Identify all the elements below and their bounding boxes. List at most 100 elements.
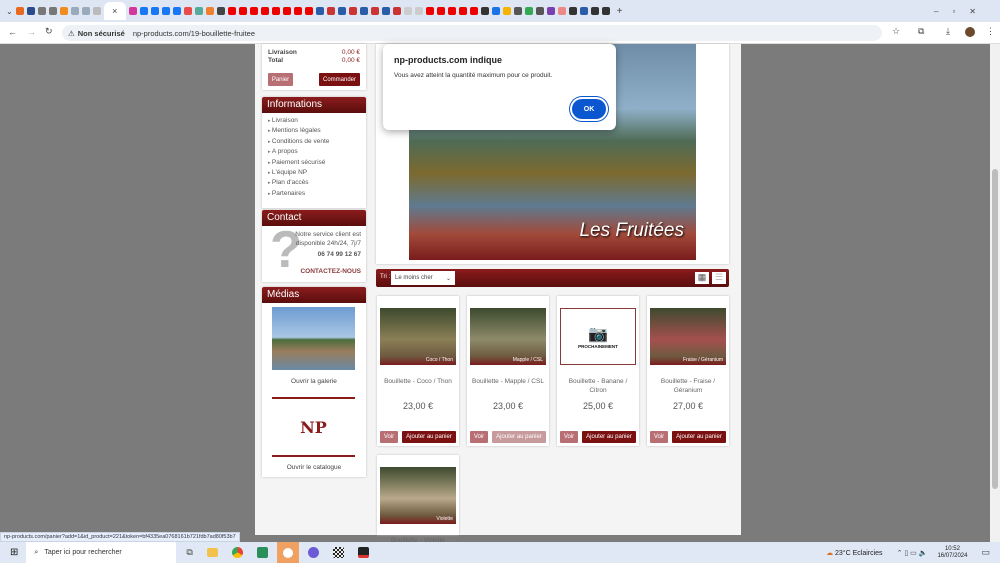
active-tab[interactable]: × — [103, 2, 126, 20]
tab-favicon-icon[interactable] — [216, 7, 225, 15]
tab-favicon-icon[interactable] — [315, 7, 324, 15]
gallery-link[interactable]: Ouvrir la galerie — [262, 378, 366, 385]
tab-favicon-icon[interactable] — [403, 7, 412, 15]
tab-favicon-icon[interactable] — [579, 7, 588, 15]
tab-favicon-icon[interactable] — [293, 7, 302, 15]
tab-favicon-icon[interactable] — [348, 7, 357, 15]
tab-favicon-icon[interactable] — [458, 7, 467, 15]
scrollbar-thumb[interactable] — [992, 169, 998, 489]
tab-favicon-icon[interactable] — [194, 7, 203, 15]
tab-favicon-icon[interactable] — [480, 7, 489, 15]
menu-icon[interactable]: ⋮ — [986, 26, 995, 37]
tab-favicon-icon[interactable] — [205, 7, 214, 15]
product-image[interactable]: Fraise / Géranium — [650, 308, 726, 365]
product-name[interactable]: Bouillette - Mapple / CSL — [470, 378, 546, 387]
app-icon[interactable] — [276, 542, 299, 563]
notifications-icon[interactable]: ▭ — [981, 547, 990, 558]
app-icon[interactable] — [256, 547, 268, 558]
tab-favicon-icon[interactable] — [150, 7, 159, 15]
task-view-icon[interactable]: ⧉ — [186, 547, 192, 558]
add-to-cart-button[interactable]: Ajouter au panier — [582, 431, 636, 443]
add-to-cart-button[interactable]: Ajouter au panier — [492, 431, 546, 443]
tab-favicon-icon[interactable] — [183, 7, 192, 15]
tab-favicon-icon[interactable] — [568, 7, 577, 15]
app-icon[interactable] — [357, 547, 369, 558]
tab-favicon-icon[interactable] — [326, 7, 335, 15]
url-field[interactable]: ⚠ Non sécurisé np-products.com/19-bouill… — [62, 25, 882, 41]
tab-favicon-icon[interactable] — [172, 7, 181, 15]
tab-favicon-icon[interactable] — [381, 7, 390, 15]
scrollbar[interactable] — [990, 44, 1000, 542]
tab-favicon-icon[interactable] — [513, 7, 522, 15]
tab-favicon-icon[interactable] — [546, 7, 555, 15]
download-icon[interactable]: ⤓ — [946, 26, 950, 37]
product-image[interactable]: 📷 PROCHAINEMENT — [560, 308, 636, 365]
window-controls[interactable]: –▫✕ — [934, 7, 990, 16]
tab-favicon-icon[interactable] — [37, 7, 46, 15]
tab-favicon-icon[interactable] — [282, 7, 291, 15]
view-button[interactable]: Voir — [650, 431, 668, 443]
tab-favicon-icon[interactable] — [238, 7, 247, 15]
grid-view-icon[interactable]: ▦ — [695, 272, 709, 284]
reload-icon[interactable]: ↻ — [45, 26, 53, 37]
tab-favicon-icon[interactable] — [271, 7, 280, 15]
back-icon[interactable]: ← — [8, 27, 17, 37]
catalogue-link[interactable]: Ouvrir le catalogue — [262, 464, 366, 471]
checkout-button[interactable]: Commander — [319, 73, 360, 86]
sort-value[interactable]: Le moins cher — [395, 275, 433, 281]
forward-icon[interactable]: → — [27, 27, 36, 37]
tab-favicon-icon[interactable] — [128, 7, 137, 15]
info-link[interactable]: Partenaires — [268, 189, 360, 199]
sort-select[interactable]: Le moins cher ⌄ — [391, 271, 455, 285]
add-to-cart-button[interactable]: Ajouter au panier — [402, 431, 456, 443]
tab-favicon-icon[interactable] — [524, 7, 533, 15]
info-link[interactable]: Conditions de vente — [268, 137, 360, 147]
product-image[interactable]: Violette — [380, 467, 456, 524]
tab-favicon-icon[interactable] — [425, 7, 434, 15]
tab-favicon-icon[interactable] — [59, 7, 68, 15]
tab-close-icon[interactable]: × — [112, 6, 117, 16]
bookmark-star-icon[interactable]: ☆ — [892, 26, 900, 37]
tab-favicon-icon[interactable] — [557, 7, 566, 15]
tab-favicon-icon[interactable] — [436, 7, 445, 15]
chrome-icon[interactable] — [231, 547, 243, 558]
tab-favicon-icon[interactable] — [304, 7, 313, 15]
add-to-cart-button[interactable]: Ajouter au panier — [672, 431, 726, 443]
new-tab-button[interactable]: + — [617, 6, 623, 17]
view-button[interactable]: Voir — [560, 431, 578, 443]
contact-us-link[interactable]: CONTACTEZ-NOUS — [300, 268, 361, 275]
tab-favicon-icon[interactable] — [502, 7, 511, 15]
info-link[interactable]: Paiement sécurisé — [268, 158, 360, 168]
tab-favicon-icon[interactable] — [370, 7, 379, 15]
info-link[interactable]: A propos — [268, 147, 360, 157]
product-name[interactable]: Bouillette - Coco / Thon — [380, 378, 456, 387]
tab-favicon-icon[interactable] — [81, 7, 90, 15]
tab-favicon-icon[interactable] — [15, 7, 24, 15]
extensions-icon[interactable]: ⧉ — [918, 26, 924, 37]
product-image[interactable]: Mapple / CSL — [470, 308, 546, 365]
tab-favicon-icon[interactable] — [469, 7, 478, 15]
tab-favicon-icon[interactable] — [161, 7, 170, 15]
product-image[interactable]: Coco / Thon — [380, 308, 456, 365]
cart-button[interactable]: Panier — [268, 73, 293, 86]
app-icon[interactable] — [307, 547, 319, 558]
tab-favicon-icon[interactable] — [26, 7, 35, 15]
app-icon[interactable] — [332, 547, 344, 558]
windows-start-icon[interactable]: ⊞ — [10, 547, 18, 558]
catalogue-image[interactable]: NP — [272, 397, 355, 457]
tab-favicon-icon[interactable] — [227, 7, 236, 15]
tab-favicon-icon[interactable] — [337, 7, 346, 15]
view-button[interactable]: Voir — [380, 431, 398, 443]
list-view-icon[interactable]: ☰ — [712, 272, 726, 284]
profile-avatar[interactable] — [965, 27, 975, 37]
tab-favicon-icon[interactable] — [590, 7, 599, 15]
weather-widget[interactable]: ☁ 23°C Eclaircies — [826, 549, 883, 557]
warning-icon[interactable]: ⚠ — [68, 29, 75, 38]
tab-favicon-icon[interactable] — [447, 7, 456, 15]
file-explorer-icon[interactable] — [206, 548, 218, 557]
clock[interactable]: 10:52 16/07/2024 — [937, 546, 967, 560]
tab-favicon-icon[interactable] — [414, 7, 423, 15]
tab-favicon-icon[interactable] — [92, 7, 101, 15]
tab-favicon-icon[interactable] — [70, 7, 79, 15]
tab-favicon-icon[interactable] — [535, 7, 544, 15]
